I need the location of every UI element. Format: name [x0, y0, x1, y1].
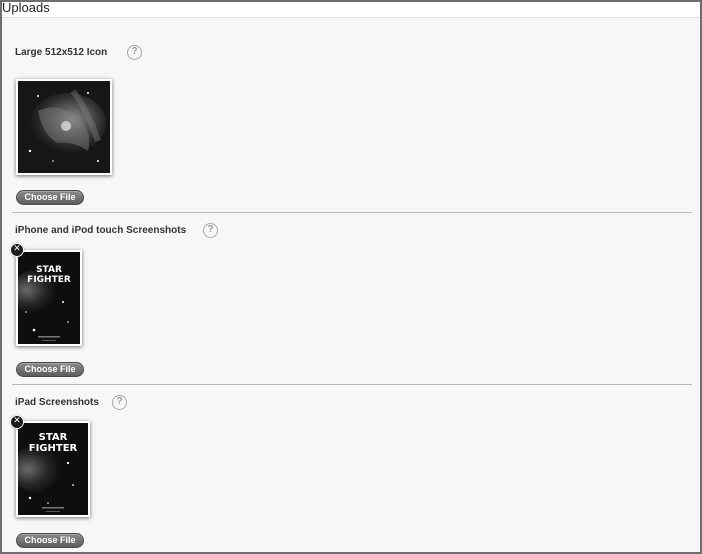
star-title-line1: STAR [36, 265, 62, 275]
help-icon[interactable]: ? [112, 395, 127, 410]
star-title-line2: FIGHTER [29, 443, 78, 454]
choose-file-button[interactable]: Choose File [16, 362, 84, 377]
nebula-image [18, 81, 110, 173]
section-label: Large 512x512 Icon [15, 47, 108, 58]
section-label: iPad Screenshots [15, 397, 99, 408]
help-icon[interactable]: ? [127, 45, 142, 60]
screenshot-image: STAR FIGHTER [18, 252, 80, 344]
star-title-line2: FIGHTER [27, 275, 71, 285]
panel-title: Uploads [2, 0, 50, 15]
remove-icon[interactable]: ✕ [10, 243, 24, 257]
panel-header: Uploads [2, 0, 700, 18]
choose-file-button[interactable]: Choose File [16, 533, 84, 548]
choose-file-button[interactable]: Choose File [16, 190, 84, 205]
uploads-panel: Uploads Large 512x512 Icon ? Choose File… [0, 0, 702, 554]
iphone-screenshot-thumbnail: STAR FIGHTER [16, 250, 82, 346]
section-divider [12, 384, 692, 385]
star-title-line1: STAR [39, 432, 68, 443]
large-icon-thumbnail [16, 79, 112, 175]
section-label: iPhone and iPod touch Screenshots [15, 225, 187, 236]
ipad-screenshot-thumbnail: STAR FIGHTER [16, 421, 90, 517]
help-icon[interactable]: ? [203, 223, 218, 238]
screenshot-image: STAR FIGHTER [18, 423, 88, 515]
remove-icon[interactable]: ✕ [10, 415, 24, 429]
section-divider [12, 212, 692, 213]
